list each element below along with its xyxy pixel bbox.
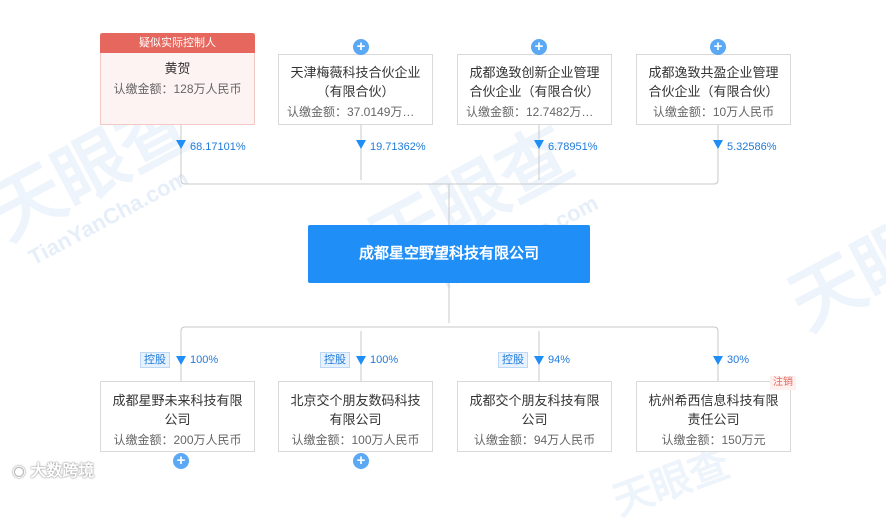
subsidiary-name: 杭州希西信息科技有限责任公司 [648,393,779,427]
subsidiary-capital: 认缴金额：150万元 [661,433,766,447]
brand-logo: ◉ 大数跨境 [12,457,94,481]
shareholder-card-4[interactable]: 成都逸致共盈企业管理合伙企业（有限合伙） 认缴金额：10万人民币 [636,54,791,125]
shareholder-card-1[interactable]: 疑似实际控制人 黄贺 认缴金额：128万人民币 [100,33,255,125]
shareholder-name: 黄贺 [164,61,191,76]
deregistered-badge: 注销 [770,376,796,390]
subsidiary-card-1[interactable]: 成都星野未来科技有限公司 认缴金额：200万人民币 [100,381,255,452]
shareholder-card-3[interactable]: 成都逸致创新企业管理合伙企业（有限合伙） 认缴金额：12.7482万人... [457,54,612,125]
share-percent: 68.17101% [190,141,246,153]
arrow-down-icon [713,140,723,149]
expand-plus-icon[interactable]: + [353,39,369,55]
arrow-down-icon [534,140,544,149]
holding-badge: 控股 [320,352,350,368]
shareholder-name: 成都逸致创新企业管理合伙企业（有限合伙） [469,65,600,99]
expand-plus-icon[interactable]: + [710,39,726,55]
shareholder-capital: 认缴金额：12.7482万人... [466,105,604,119]
logo-mark-icon: ◉ [12,463,26,480]
subsidiary-name: 成都交个朋友科技有限公司 [469,393,600,427]
expand-plus-icon[interactable]: + [353,453,369,469]
shareholder-capital: 认缴金额：37.0149万人... [287,105,425,119]
arrow-down-icon [176,140,186,149]
subsidiary-capital: 认缴金额：100万人民币 [291,433,420,447]
share-percent: 100% [370,354,399,366]
share-percent: 6.78951% [548,141,598,153]
share-percent: 5.32586% [727,141,777,153]
arrow-down-icon [176,356,186,365]
subsidiary-card-4[interactable]: 杭州希西信息科技有限责任公司 认缴金额：150万元 [636,381,791,452]
arrow-down-icon [356,356,366,365]
subsidiary-name: 北京交个朋友数码科技有限公司 [290,393,421,427]
subsidiary-card-2[interactable]: 北京交个朋友数码科技有限公司 认缴金额：100万人民币 [278,381,433,452]
shareholder-capital: 认缴金额：128万人民币 [113,82,242,96]
actual-controller-tag: 疑似实际控制人 [100,33,255,53]
arrow-down-icon [713,356,723,365]
share-percent: 100% [190,354,219,366]
share-percent: 19.71362% [370,141,426,153]
shareholder-capital: 认缴金额：10万人民币 [652,105,775,119]
subsidiary-name: 成都星野未来科技有限公司 [112,393,243,427]
holding-badge: 控股 [140,352,170,368]
center-company[interactable]: 成都星空野望科技有限公司 [308,225,590,283]
arrow-down-icon [356,140,366,149]
share-percent: 94% [548,354,571,366]
shareholder-card-2[interactable]: 天津梅薇科技合伙企业（有限合伙） 认缴金额：37.0149万人... [278,54,433,125]
share-percent: 30% [727,354,750,366]
expand-plus-icon[interactable]: + [531,39,547,55]
subsidiary-card-3[interactable]: 成都交个朋友科技有限公司 认缴金额：94万人民币 [457,381,612,452]
shareholder-name: 成都逸致共盈企业管理合伙企业（有限合伙） [648,65,779,99]
shareholder-name: 天津梅薇科技合伙企业（有限合伙） [290,65,421,99]
logo-text: 大数跨境 [30,463,95,480]
holding-badge: 控股 [498,352,528,368]
subsidiary-capital: 认缴金额：200万人民币 [113,433,242,447]
subsidiary-capital: 认缴金额：94万人民币 [473,433,596,447]
expand-plus-icon[interactable]: + [173,453,189,469]
arrow-down-icon [534,356,544,365]
